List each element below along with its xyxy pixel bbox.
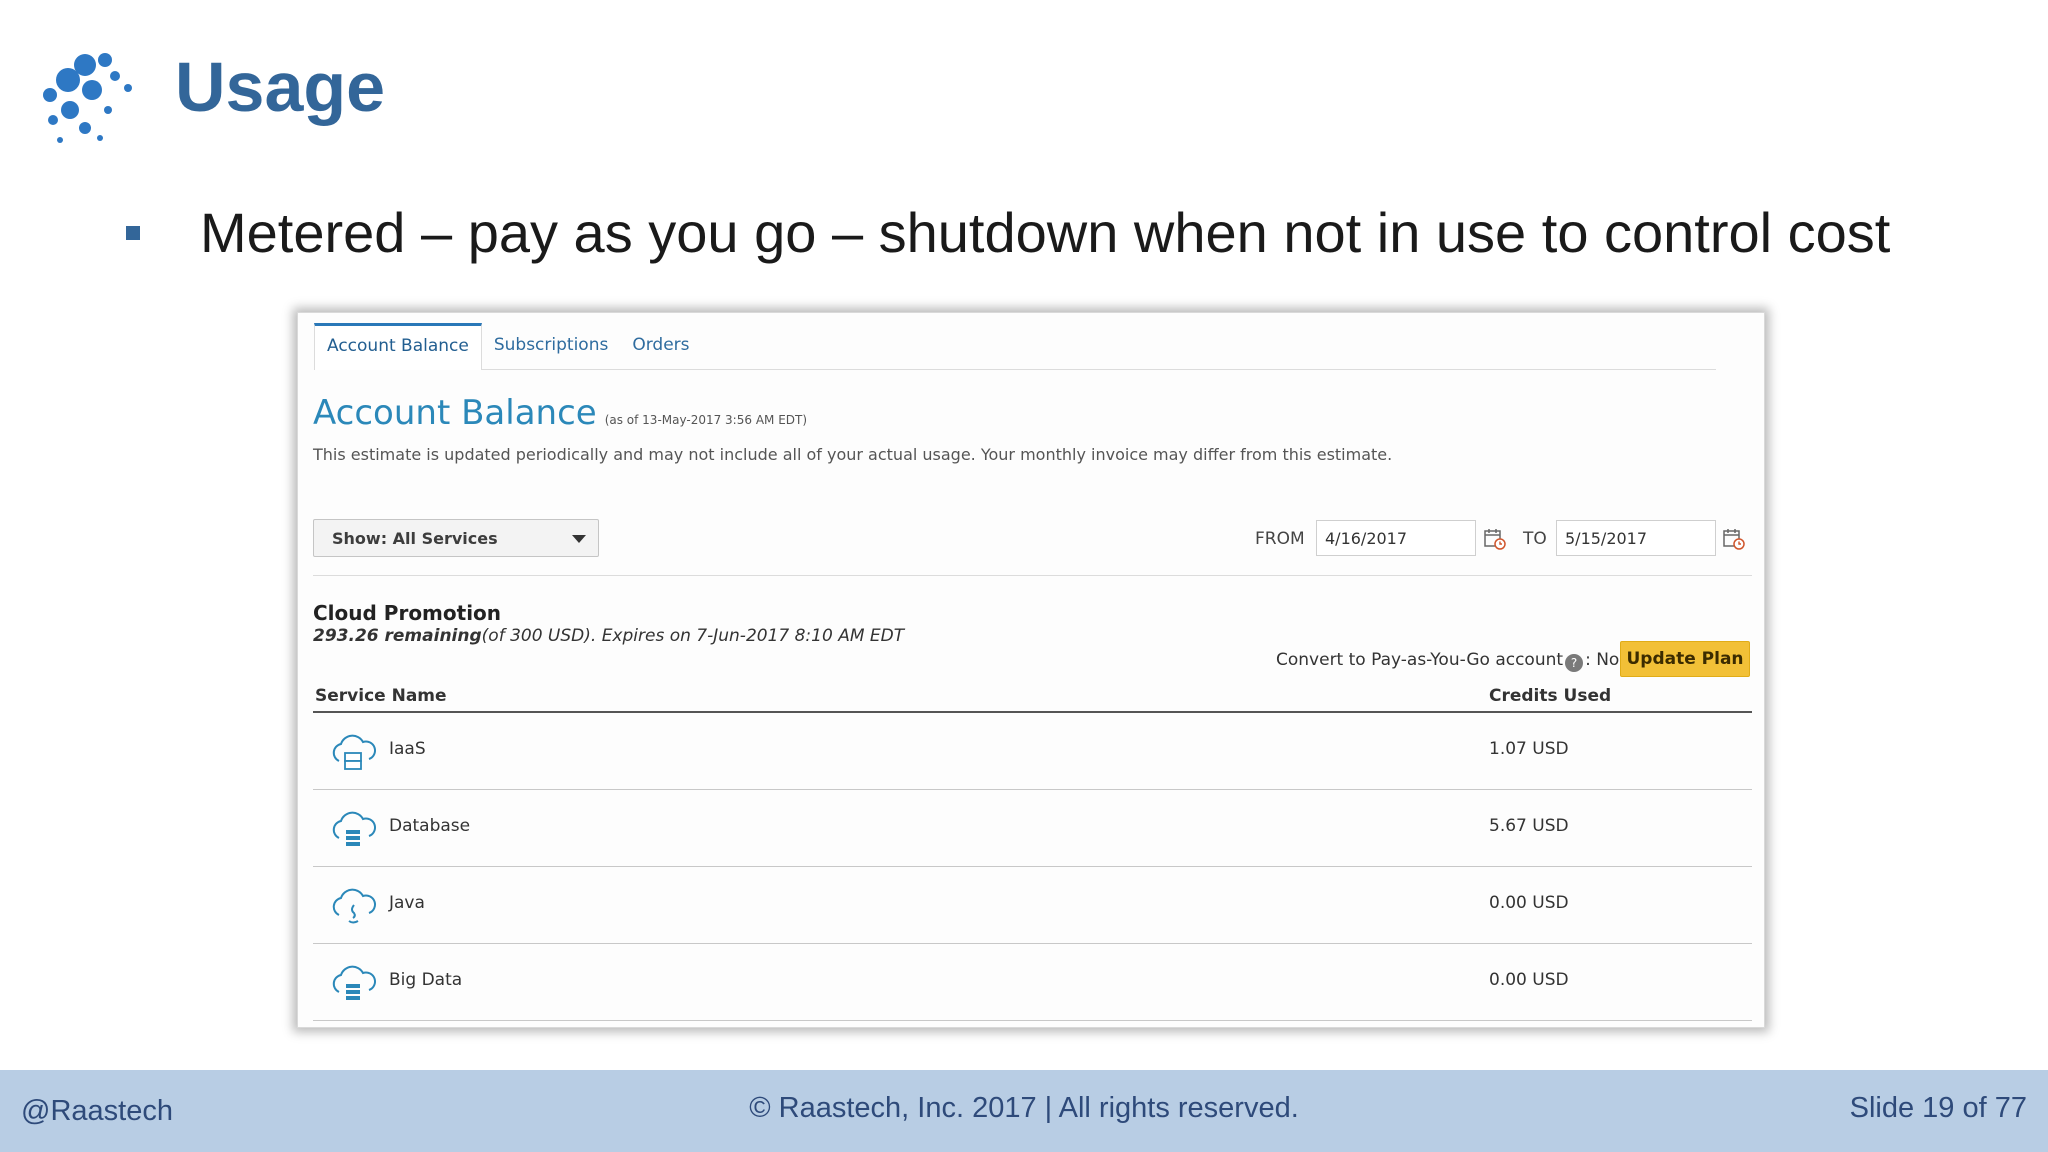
service-name: Java [389, 893, 425, 913]
credits-used: 0.00 USD [1489, 893, 1569, 913]
help-icon[interactable]: ? [1565, 654, 1584, 672]
footer-copyright: © Raastech, Inc. 2017 | All rights reser… [749, 1092, 1299, 1124]
tab-orders[interactable]: Orders [620, 323, 701, 369]
table-header: Service Name Credits Used [313, 683, 1752, 713]
column-header-service[interactable]: Service Name [315, 686, 447, 706]
table-row[interactable]: Big Data 0.00 USD [313, 944, 1752, 1021]
to-date-field[interactable]: 5/15/2017 [1556, 520, 1716, 556]
tab-bar: Account Balance Subscriptions Orders [314, 323, 1716, 370]
update-plan-button[interactable]: Update Plan [1620, 641, 1750, 677]
estimate-note: This estimate is updated periodically an… [313, 445, 1393, 464]
promotion-expiry: (of 300 USD). Expires on 7-Jun-2017 8:10… [481, 626, 905, 646]
table-row[interactable]: IaaS 1.07 USD [313, 713, 1752, 790]
from-label: FROM [1255, 529, 1305, 549]
table-row[interactable]: Database 5.67 USD [313, 790, 1752, 867]
bullet-text: Metered – pay as you go – shutdown when … [200, 201, 1891, 264]
cloud-server-icon [332, 734, 376, 770]
chevron-down-icon [572, 535, 586, 543]
from-date-field[interactable]: 4/16/2017 [1316, 520, 1476, 556]
calendar-icon[interactable] [1722, 527, 1746, 551]
table-row[interactable]: Java 0.00 USD [313, 867, 1752, 944]
divider [313, 575, 1752, 576]
show-services-dropdown[interactable]: Show: All Services [313, 519, 599, 557]
page-title-row: Account Balance (as of 13-May-2017 3:56 … [313, 393, 807, 433]
slide-footer: @Raastech © Raastech, Inc. 2017 | All ri… [0, 1070, 2048, 1152]
bullet-item: Metered – pay as you go – shutdown when … [126, 205, 1890, 261]
tab-subscriptions[interactable]: Subscriptions [482, 323, 620, 369]
service-name: Database [389, 816, 471, 836]
tab-account-balance[interactable]: Account Balance [314, 323, 482, 370]
to-label: TO [1523, 529, 1547, 549]
column-header-credits[interactable]: Credits Used [1489, 686, 1611, 706]
promotion-title: Cloud Promotion [313, 601, 502, 625]
raastech-logo-icon [43, 53, 132, 143]
credits-used: 0.00 USD [1489, 970, 1569, 990]
slide-number: Slide 19 of 77 [1849, 1092, 2027, 1124]
cloud-java-icon [332, 888, 376, 924]
slide-title: Usage [175, 48, 386, 126]
convert-value: : No [1585, 650, 1620, 670]
cloud-bigdata-icon [332, 965, 376, 1000]
services-table: IaaS 1.07 USD Database 5.67 USD Java 0.0… [313, 713, 1752, 1021]
page-title: Account Balance [313, 393, 597, 433]
calendar-icon[interactable] [1483, 527, 1507, 551]
convert-label: Convert to Pay-as-You-Go account [1276, 650, 1564, 670]
service-name: Big Data [389, 970, 463, 990]
credits-used: 1.07 USD [1489, 739, 1569, 759]
promotion-remaining: 293.26 remaining [313, 626, 482, 646]
credits-used: 5.67 USD [1489, 816, 1569, 836]
dropdown-label: Show: All Services [332, 529, 498, 548]
service-name: IaaS [389, 739, 426, 759]
cloud-database-icon [332, 811, 376, 846]
convert-payg-row: Convert to Pay-as-You-Go account?: No [1276, 650, 1619, 672]
as-of-timestamp: (as of 13-May-2017 3:56 AM EDT) [604, 413, 808, 427]
bullet-marker-icon [126, 226, 140, 240]
account-balance-screenshot: Account Balance Subscriptions Orders Acc… [297, 312, 1765, 1028]
promotion-details: 293.26 remaining(of 300 USD). Expires on… [313, 626, 904, 646]
